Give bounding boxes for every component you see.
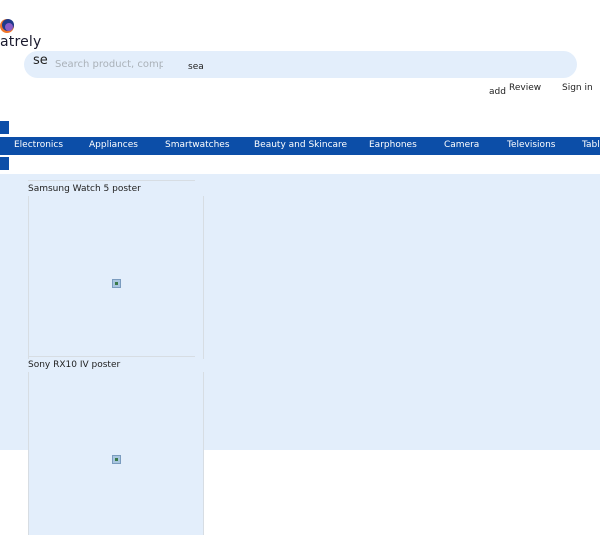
sign-in-link[interactable]: Sign in	[562, 83, 593, 93]
product-poster[interactable]	[28, 372, 204, 535]
product-title: Sony RX10 IV poster	[28, 360, 121, 370]
nav-marker-top	[0, 121, 9, 134]
nav-item-electronics[interactable]: Electronics	[14, 140, 63, 150]
brand-logo-icon[interactable]	[0, 18, 16, 34]
add-review-icon-alt: add	[489, 87, 506, 97]
nav-item-earphones[interactable]: Earphones	[369, 140, 417, 150]
nav-item-beauty-and-skincare[interactable]: Beauty and Skincare	[254, 140, 347, 150]
review-link[interactable]: Review	[509, 83, 541, 93]
nav-item-appliances[interactable]: Appliances	[89, 140, 138, 150]
search-prefix-text: se	[33, 53, 48, 68]
nav-item-televisions[interactable]: Televisions	[507, 140, 555, 150]
nav-marker-bottom	[0, 157, 9, 170]
brand-name[interactable]: atrely	[0, 34, 42, 50]
nav-item-smartwatches[interactable]: Smartwatches	[165, 140, 230, 150]
search-label-text: sea	[188, 62, 204, 72]
card-divider	[28, 180, 195, 181]
product-title: Samsung Watch 5 poster	[28, 184, 141, 194]
nav-item-camera[interactable]: Camera	[444, 140, 479, 150]
broken-image-icon	[112, 455, 121, 464]
broken-image-icon	[112, 279, 121, 288]
search-input[interactable]	[55, 55, 163, 73]
product-list-area: Samsung Watch 5 poster Sony RX10 IV post…	[0, 174, 600, 535]
search-bar: se sea	[24, 51, 577, 78]
card-divider	[28, 356, 195, 357]
category-nav-bar: Electronics Appliances Smartwatches Beau…	[0, 137, 600, 155]
product-poster[interactable]	[28, 196, 204, 359]
nav-item-tablets[interactable]: Table	[582, 140, 600, 150]
